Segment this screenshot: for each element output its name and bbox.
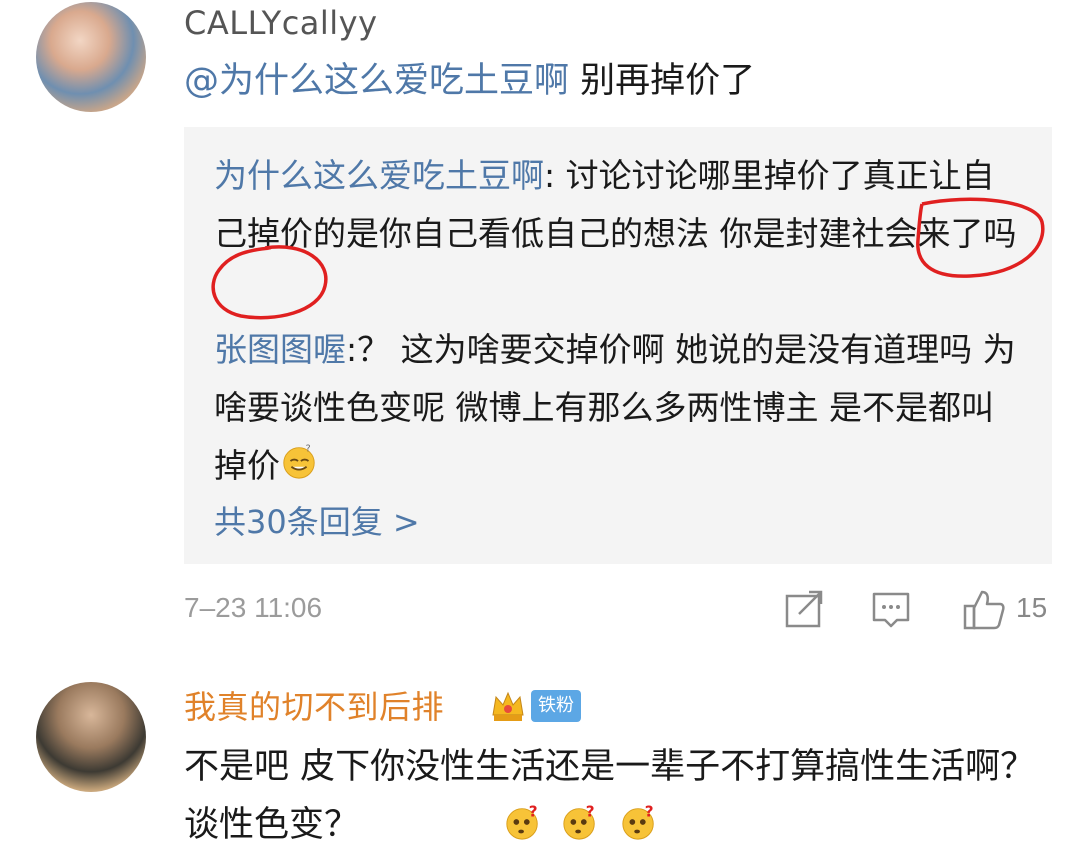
thinking-face-icon: ?: [622, 802, 654, 840]
like-count: 15: [1016, 592, 1048, 623]
emoji-group: ?: [561, 802, 599, 841]
svg-text:?: ?: [645, 802, 654, 820]
emoji-group: ?: [504, 802, 542, 841]
crown-badge-icon[interactable]: [490, 689, 526, 723]
comment-icon[interactable]: [871, 588, 911, 632]
emoji-group: ?: [620, 802, 658, 841]
share-icon[interactable]: [785, 588, 825, 632]
avatar[interactable]: [36, 2, 146, 112]
reply-item[interactable]: 张图图喔:？ 这为啥要交掉价啊 她说的是没有道理吗 为啥要谈性色变呢 微博上有那…: [214, 321, 1024, 495]
avatar[interactable]: [36, 682, 146, 792]
comment-text: @为什么这么爱吃土豆啊 别再掉价了: [184, 52, 755, 110]
svg-text:?: ?: [529, 802, 538, 820]
fan-badge[interactable]: 铁粉: [531, 690, 581, 722]
thinking-face-icon: ?: [506, 802, 538, 840]
comment-timestamp: 7–23 11:06: [184, 592, 323, 623]
thumbs-up-icon[interactable]: [962, 588, 1006, 632]
annotation-circle: [916, 197, 1045, 278]
reply-username[interactable]: 为什么这么爱吃土豆啊: [214, 156, 544, 195]
comment-item: CALLYcallyy @为什么这么爱吃土豆啊 别再掉价了 为什么这么爱吃土豆啊…: [0, 0, 1080, 650]
reply-item[interactable]: 为什么这么爱吃土豆啊: 讨论讨论哪里掉价了真正让自己掉价的是你自己看低自己的想法…: [214, 147, 1024, 263]
annotation-circle: [211, 245, 328, 320]
reply-username[interactable]: 张图图喔: [214, 330, 346, 369]
mention-link[interactable]: @为什么这么爱吃土豆啊: [184, 61, 569, 101]
comment-username[interactable]: CALLYcallyy: [184, 4, 378, 42]
comment-username[interactable]: 我真的切不到后排: [184, 682, 444, 728]
comment-text: 不是吧 皮下你没性生活还是一辈子不打算搞性生活啊？ 谈性色变？: [184, 747, 1036, 841]
comment-body: 别再掉价了: [569, 61, 756, 101]
svg-text:?: ?: [306, 444, 311, 455]
sweat-smile-icon: ?: [283, 444, 315, 479]
more-replies-link[interactable]: 共30条回复 >: [214, 497, 420, 543]
svg-text:?: ?: [586, 802, 595, 820]
thinking-face-icon: ?: [563, 802, 595, 840]
